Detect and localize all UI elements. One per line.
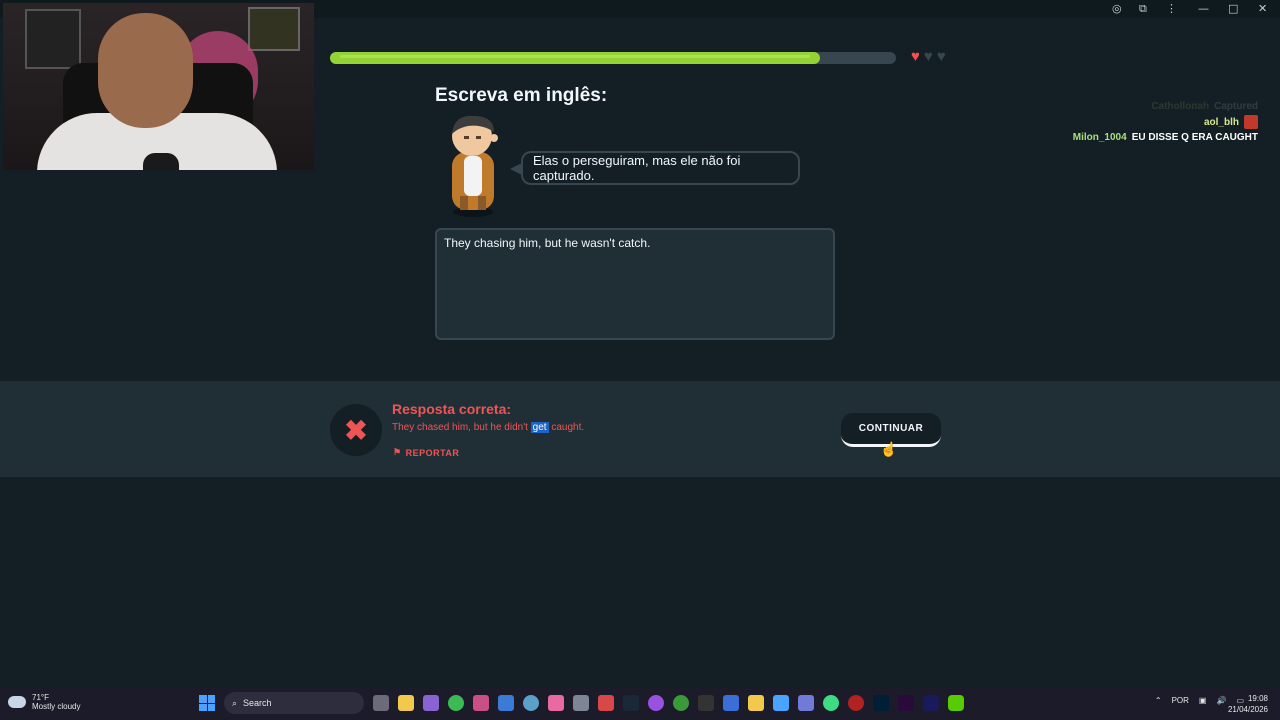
android-icon[interactable] <box>823 695 839 711</box>
weather-temp: 71°F <box>32 693 49 702</box>
lesson-progress-fill <box>330 52 820 64</box>
exercise-title: Escreva em inglês: <box>435 85 608 106</box>
chat-text: EU DISSE Q ERA CAUGHT <box>1131 132 1258 143</box>
extensions-icon[interactable]: ⧉ <box>1139 2 1147 16</box>
premiere-icon[interactable] <box>898 695 914 711</box>
heart-icon: ♥ <box>923 48 933 65</box>
photoshop-icon[interactable] <box>873 695 889 711</box>
minimize-button[interactable]: — <box>1198 2 1209 15</box>
chat-username: Cathollonah <box>1151 101 1210 112</box>
windows-taskbar: 71°F Mostly cloudy ⌕ Search ⌃ POR ▣ 🔊 ▭ … <box>0 688 1280 720</box>
app-icon[interactable] <box>573 695 589 711</box>
emote-icon <box>1244 115 1258 129</box>
clock-time: 19:08 <box>1247 694 1268 703</box>
media-encoder-icon[interactable] <box>923 695 939 711</box>
answer-textarea[interactable]: They chasing him, but he wasn't catch. <box>435 228 835 340</box>
lesson-progress-bar <box>330 52 896 64</box>
flag-icon: ⚑ <box>393 447 402 457</box>
xbox-icon[interactable] <box>673 695 689 711</box>
app-icon[interactable] <box>848 695 864 711</box>
character-illustration <box>452 115 498 217</box>
start-windows-icon[interactable] <box>199 695 215 711</box>
taskbar-clock[interactable]: 19:08 21/04/2026 <box>1228 693 1268 715</box>
chat-username: aol_blh <box>1203 116 1239 128</box>
app-icon[interactable] <box>773 695 789 711</box>
correct-answer-after: caught. <box>548 422 585 433</box>
chat-username: Milon_1004 <box>1072 132 1127 143</box>
steam-icon[interactable] <box>623 695 639 711</box>
correct-answer-highlight: get <box>530 422 549 433</box>
chrome-icon[interactable] <box>448 695 464 711</box>
clock-date: 21/04/2026 <box>1227 705 1268 714</box>
heart-icon: ♥ <box>911 48 920 65</box>
app-icon[interactable] <box>723 695 739 711</box>
prompt-sentence: Elas o perseguiram, mas ele não foi capt… <box>533 153 741 183</box>
menu-dots-icon[interactable]: ⋮ <box>1166 2 1177 15</box>
duolingo-icon[interactable] <box>948 695 964 711</box>
app-icon[interactable] <box>698 695 714 711</box>
app-icon[interactable] <box>523 695 539 711</box>
language-indicator[interactable]: POR <box>1172 696 1189 705</box>
chat-message: aol_blh <box>1073 115 1258 129</box>
chat-message: Milon_1004 EU DISSE Q ERA CAUGHT <box>1073 132 1258 143</box>
app-icon[interactable] <box>598 695 614 711</box>
search-icon: ⌕ <box>232 697 238 708</box>
app-icon[interactable] <box>473 695 489 711</box>
app-icon[interactable] <box>798 695 814 711</box>
volume-icon[interactable]: 🔊 <box>1216 696 1226 705</box>
correct-answer: They chased him, but he didn't get caugh… <box>392 422 584 433</box>
search-placeholder: Search <box>243 698 272 708</box>
weather-widget[interactable]: 71°F Mostly cloudy <box>8 693 80 711</box>
taskbar-search[interactable]: ⌕ Search <box>224 692 364 714</box>
close-button[interactable]: ✕ <box>1258 2 1267 15</box>
feedback-title: Resposta correta: <box>392 401 512 417</box>
file-explorer-icon[interactable] <box>398 695 414 711</box>
feedback-panel <box>0 381 1280 477</box>
mouse-cursor-icon: ☝ <box>880 441 898 457</box>
report-button[interactable]: ⚑ REPORTAR <box>393 447 459 458</box>
cloud-icon <box>8 696 26 708</box>
chat-text: Captured <box>1214 101 1258 112</box>
maximize-button[interactable]: □ <box>1228 2 1238 15</box>
app-icon[interactable] <box>423 695 439 711</box>
stream-chat-overlay: Cathollonah Captured aol_blh Milon_1004 … <box>1073 101 1258 146</box>
hearts-indicator: ♥ ♥ ♥ <box>911 49 946 65</box>
app-icon[interactable] <box>498 695 514 711</box>
chat-message: Cathollonah Captured <box>1073 101 1258 112</box>
prompt-speech-bubble: Elas o perseguiram, mas ele não foi capt… <box>521 151 800 185</box>
app-icon[interactable] <box>548 695 564 711</box>
weather-desc: Mostly cloudy <box>32 702 81 711</box>
answer-text: They chasing him, but he wasn't catch. <box>444 236 651 250</box>
heart-icon: ♥ <box>936 48 946 65</box>
app-icon[interactable] <box>748 695 764 711</box>
eye-off-icon[interactable]: ◎ <box>1112 2 1122 15</box>
chevron-up-icon[interactable]: ⌃ <box>1155 696 1162 705</box>
correct-answer-before: They chased him, but he didn't <box>392 422 531 433</box>
webcam-overlay <box>3 3 314 170</box>
task-view-icon[interactable] <box>373 695 389 711</box>
report-label: REPORTAR <box>405 447 460 458</box>
network-icon[interactable]: ▣ <box>1199 696 1207 705</box>
incorrect-x-icon: ✖ <box>330 404 382 456</box>
app-icon[interactable] <box>648 695 664 711</box>
